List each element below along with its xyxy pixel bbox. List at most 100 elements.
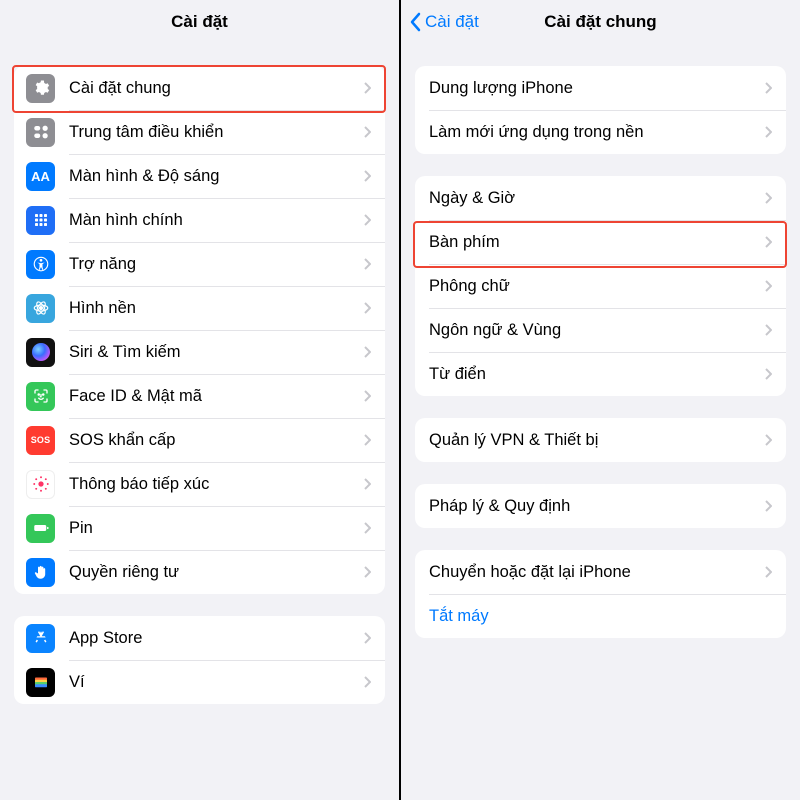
- group-legal: Pháp lý & Quy định: [415, 484, 786, 528]
- row-label: Quyền riêng tư: [69, 563, 364, 582]
- control-center-icon: [26, 118, 55, 147]
- wallet-icon: [26, 668, 55, 697]
- chevron-right-icon: [765, 500, 772, 512]
- navbar-title-right: Cài đặt chung: [544, 12, 656, 32]
- row-label: Ví: [69, 673, 364, 692]
- row-legal[interactable]: Pháp lý & Quy định: [415, 484, 786, 528]
- row-accessibility[interactable]: Trợ năng: [14, 242, 385, 286]
- row-label: Trợ năng: [69, 255, 364, 274]
- row-label: Màn hình & Độ sáng: [69, 167, 364, 186]
- battery-icon: [26, 514, 55, 543]
- row-label: Thông báo tiếp xúc: [69, 475, 364, 494]
- chevron-right-icon: [364, 82, 371, 94]
- privacy-hand-icon: [26, 558, 55, 587]
- chevron-right-icon: [765, 192, 772, 204]
- chevron-right-icon: [765, 126, 772, 138]
- chevron-right-icon: [364, 302, 371, 314]
- row-label: Từ điển: [429, 365, 765, 384]
- row-home-screen[interactable]: Màn hình chính: [14, 198, 385, 242]
- row-label: Phông chữ: [429, 277, 765, 296]
- row-label: Cài đặt chung: [69, 79, 364, 98]
- settings-root-pane: Cài đặt Cài đặt chung Trung tâm điều khi…: [0, 0, 399, 800]
- chevron-right-icon: [765, 82, 772, 94]
- row-exposure[interactable]: Thông báo tiếp xúc: [14, 462, 385, 506]
- chevron-right-icon: [364, 632, 371, 644]
- chevron-right-icon: [364, 346, 371, 358]
- row-date-time[interactable]: Ngày & Giờ: [415, 176, 786, 220]
- navbar-title-left: Cài đặt: [171, 12, 228, 32]
- row-label: SOS khẩn cấp: [69, 431, 364, 450]
- group-reset: Chuyển hoặc đặt lại iPhone Tắt máy: [415, 550, 786, 638]
- row-appstore[interactable]: App Store: [14, 616, 385, 660]
- row-label: Hình nền: [69, 299, 364, 318]
- row-control-center[interactable]: Trung tâm điều khiển: [14, 110, 385, 154]
- chevron-right-icon: [364, 390, 371, 402]
- row-label: Dung lượng iPhone: [429, 79, 765, 98]
- back-button[interactable]: Cài đặt: [409, 12, 479, 32]
- chevron-right-icon: [364, 170, 371, 182]
- accessibility-icon: [26, 250, 55, 279]
- row-transfer-reset[interactable]: Chuyển hoặc đặt lại iPhone: [415, 550, 786, 594]
- navbar-right: Cài đặt Cài đặt chung: [401, 0, 800, 44]
- group-locale: Ngày & Giờ Bàn phím Phông chữ Ngôn ngữ &…: [415, 176, 786, 396]
- back-label: Cài đặt: [425, 12, 479, 32]
- row-keyboard[interactable]: Bàn phím: [415, 220, 786, 264]
- row-siri[interactable]: Siri & Tìm kiếm: [14, 330, 385, 374]
- row-label: Siri & Tìm kiếm: [69, 343, 364, 362]
- row-label: Pháp lý & Quy định: [429, 497, 765, 516]
- row-label: Face ID & Mật mã: [69, 387, 364, 406]
- row-label: Pin: [69, 519, 364, 538]
- row-fonts[interactable]: Phông chữ: [415, 264, 786, 308]
- row-iphone-storage[interactable]: Dung lượng iPhone: [415, 66, 786, 110]
- row-label: Chuyển hoặc đặt lại iPhone: [429, 563, 765, 582]
- chevron-right-icon: [765, 434, 772, 446]
- row-label: Quản lý VPN & Thiết bị: [429, 431, 765, 450]
- content-right[interactable]: Dung lượng iPhone Làm mới ứng dụng trong…: [401, 66, 800, 658]
- chevron-right-icon: [364, 214, 371, 226]
- chevron-right-icon: [765, 566, 772, 578]
- row-general[interactable]: Cài đặt chung: [14, 66, 385, 110]
- group-storage: Dung lượng iPhone Làm mới ứng dụng trong…: [415, 66, 786, 154]
- row-wallpaper[interactable]: Hình nền: [14, 286, 385, 330]
- display-brightness-icon: AA: [26, 162, 55, 191]
- row-label: Màn hình chính: [69, 211, 364, 230]
- gear-icon: [26, 74, 55, 103]
- row-dictionary[interactable]: Từ điển: [415, 352, 786, 396]
- row-battery[interactable]: Pin: [14, 506, 385, 550]
- row-sos[interactable]: SOS SOS khẩn cấp: [14, 418, 385, 462]
- appstore-icon: [26, 624, 55, 653]
- home-screen-icon: [26, 206, 55, 235]
- row-label: Ngày & Giờ: [429, 189, 765, 208]
- row-label: Trung tâm điều khiển: [69, 123, 364, 142]
- chevron-right-icon: [765, 236, 772, 248]
- navbar-left: Cài đặt: [0, 0, 399, 44]
- group-vpn: Quản lý VPN & Thiết bị: [415, 418, 786, 462]
- row-language-region[interactable]: Ngôn ngữ & Vùng: [415, 308, 786, 352]
- row-label: App Store: [69, 629, 364, 648]
- chevron-right-icon: [364, 434, 371, 446]
- chevron-right-icon: [765, 368, 772, 380]
- row-label: Làm mới ứng dụng trong nền: [429, 123, 765, 142]
- row-vpn-device[interactable]: Quản lý VPN & Thiết bị: [415, 418, 786, 462]
- row-display-brightness[interactable]: AA Màn hình & Độ sáng: [14, 154, 385, 198]
- general-pane: Cài đặt Cài đặt chung Dung lượng iPhone …: [401, 0, 800, 800]
- chevron-right-icon: [364, 478, 371, 490]
- chevron-right-icon: [765, 280, 772, 292]
- content-left[interactable]: Cài đặt chung Trung tâm điều khiển AA Mà…: [0, 66, 399, 724]
- row-label: Tắt máy: [429, 607, 772, 626]
- settings-group-store: App Store Ví: [14, 616, 385, 704]
- chevron-right-icon: [364, 676, 371, 688]
- row-background-refresh[interactable]: Làm mới ứng dụng trong nền: [415, 110, 786, 154]
- row-wallet[interactable]: Ví: [14, 660, 385, 704]
- sos-icon: SOS: [26, 426, 55, 455]
- row-faceid[interactable]: Face ID & Mật mã: [14, 374, 385, 418]
- siri-icon: [26, 338, 55, 367]
- faceid-icon: [26, 382, 55, 411]
- chevron-right-icon: [364, 522, 371, 534]
- chevron-right-icon: [364, 258, 371, 270]
- row-label: Bàn phím: [429, 233, 765, 252]
- row-privacy[interactable]: Quyền riêng tư: [14, 550, 385, 594]
- exposure-icon: [26, 470, 55, 499]
- row-label: Ngôn ngữ & Vùng: [429, 321, 765, 340]
- row-shutdown[interactable]: Tắt máy: [415, 594, 786, 638]
